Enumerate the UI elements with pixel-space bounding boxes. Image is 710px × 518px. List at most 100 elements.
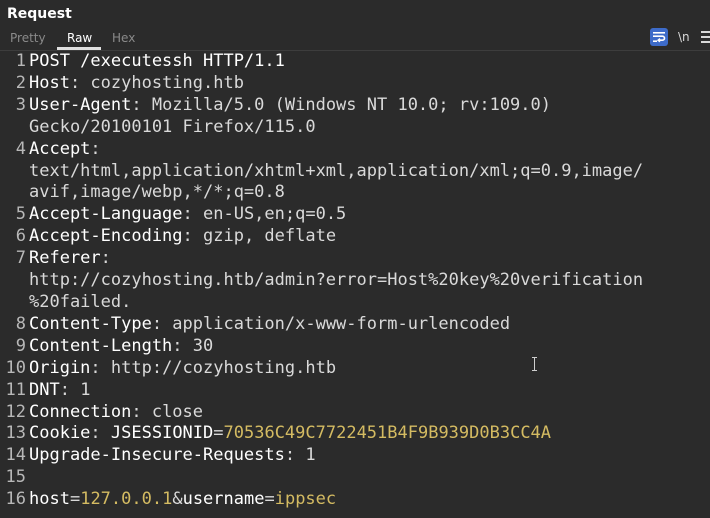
token-key: Cookie: [29, 423, 91, 444]
line-number: 7: [15, 248, 26, 269]
token-text: : close: [131, 401, 204, 422]
view-tabs: Pretty Raw Hex: [0, 29, 710, 51]
line-number: [0, 270, 26, 292]
line-number: [0, 161, 26, 183]
token-text: =: [264, 489, 275, 510]
request-line[interactable]: 4 Accept:: [0, 139, 710, 161]
wrap-lines-toggle[interactable]: [650, 28, 668, 46]
token-text: =: [69, 489, 81, 510]
request-line[interactable]: 6 Accept-Encoding: gzip, deflate: [0, 226, 710, 248]
token-text: avif,image/webp,*/*;q=0.8: [29, 182, 285, 203]
line-content[interactable]: avif,image/webp,*/*;q=0.8: [26, 182, 710, 204]
request-line[interactable]: 8 Content-Type: application/x-www-form-ur…: [0, 314, 710, 336]
token-text: : cozyhosting.htb: [69, 72, 244, 93]
line-content[interactable]: POST /executessh HTTP/1.1: [26, 51, 710, 73]
request-panel-header: Request: [0, 0, 710, 30]
token-key: POST /executessh HTTP/1.1: [29, 51, 285, 71]
line-number: 16: [5, 489, 26, 510]
request-line[interactable]: 7 Referer:: [0, 248, 710, 270]
request-line[interactable]: text/html,application/xhtml+xml,applicat…: [0, 161, 710, 183]
line-content[interactable]: Content-Type: application/x-www-form-url…: [26, 314, 710, 336]
token-text: : application/x-www-form-urlencoded: [151, 313, 511, 334]
token-text: %20failed.: [29, 291, 132, 312]
line-content[interactable]: Origin: http://cozyhosting.htb: [26, 358, 710, 380]
request-line[interactable]: http://cozyhosting.htb/admin?error=Host%…: [0, 270, 710, 292]
token-text: =: [213, 423, 224, 444]
request-line[interactable]: 11 DNT: 1: [0, 380, 710, 402]
line-content[interactable]: Referer:: [26, 248, 710, 270]
request-line[interactable]: 9 Content-Length: 30: [0, 336, 710, 358]
token-value: 127.0.0.1: [80, 489, 173, 510]
line-content[interactable]: Accept-Language: en-US,en;q=0.5: [26, 204, 710, 226]
line-content[interactable]: DNT: 1: [26, 380, 710, 402]
token-text: text/html,application/xhtml+xml,applicat…: [29, 160, 644, 181]
line-content[interactable]: Gecko/20100101 Firefox/115.0: [26, 117, 710, 139]
line-content[interactable]: Connection: close: [26, 402, 710, 424]
line-content[interactable]: text/html,application/xhtml+xml,applicat…: [26, 161, 710, 183]
token-value: 70536C49C7722451B4F9B939D0B3CC4A: [223, 423, 552, 444]
raw-request-editor[interactable]: 1 POST /executessh HTTP/1.1 2 Host: cozyhos…: [0, 51, 710, 518]
token-key: Accept: [29, 138, 91, 159]
request-line[interactable]: avif,image/webp,*/*;q=0.8: [0, 182, 710, 204]
request-line[interactable]: 3 User-Agent: Mozilla/5.0 (Windows NT 10.…: [0, 95, 710, 117]
token-text: :: [100, 248, 111, 269]
line-number: 2: [15, 72, 26, 93]
request-line[interactable]: 14 Upgrade-Insecure-Requests: 1: [0, 445, 710, 467]
token-text: http://cozyhosting.htb/admin?error=Host%…: [29, 270, 644, 291]
line-content[interactable]: http://cozyhosting.htb/admin?error=Host%…: [26, 270, 710, 292]
request-line[interactable]: 12 Connection: close: [0, 402, 710, 424]
token-text: &: [172, 489, 183, 510]
token-key: Host: [29, 72, 70, 93]
token-key: Connection: [29, 401, 132, 422]
token-key: JSESSIONID: [110, 423, 214, 444]
request-line[interactable]: 16 host=127.0.0.1&username=ippsec: [0, 489, 710, 511]
token-key: Upgrade-Insecure-Requests: [29, 445, 285, 466]
line-content[interactable]: [26, 467, 710, 489]
line-number: 10: [5, 357, 26, 378]
line-content[interactable]: Cookie: JSESSIONID=70536C49C7722451B4F9B…: [26, 423, 710, 445]
line-number: 13: [5, 423, 26, 444]
menu-icon[interactable]: [701, 31, 710, 43]
line-number: 1: [15, 51, 26, 71]
token-text: : http://cozyhosting.htb: [90, 357, 337, 378]
line-content[interactable]: %20failed.: [26, 292, 710, 314]
token-text: :: [90, 423, 111, 444]
line-content[interactable]: Host: cozyhosting.htb: [26, 73, 710, 95]
line-number: 9: [15, 335, 26, 356]
request-line[interactable]: 13 Cookie: JSESSIONID=70536C49C7722451B4F…: [0, 423, 710, 445]
request-line[interactable]: 2 Host: cozyhosting.htb: [0, 73, 710, 95]
token-key: Content-Type: [29, 313, 152, 334]
token-text: : Mozilla/5.0 (Windows NT 10.0; rv:109.0…: [131, 94, 551, 115]
token-key: host: [29, 489, 70, 510]
show-newlines-toggle[interactable]: \n: [678, 30, 690, 44]
request-line[interactable]: 5 Accept-Language: en-US,en;q=0.5: [0, 204, 710, 226]
line-number: 8: [15, 313, 26, 334]
line-content[interactable]: host=127.0.0.1&username=ippsec: [26, 489, 710, 511]
tab-pretty[interactable]: Pretty: [10, 31, 46, 45]
wrap-lines-icon: [653, 32, 666, 43]
request-line[interactable]: 10 Origin: http://cozyhosting.htb: [0, 358, 710, 380]
tab-raw[interactable]: Raw: [67, 31, 92, 45]
request-line[interactable]: %20failed.: [0, 292, 710, 314]
token-value: ippsec: [274, 489, 337, 510]
line-content[interactable]: Content-Length: 30: [26, 336, 710, 358]
request-line[interactable]: 1 POST /executessh HTTP/1.1: [0, 51, 710, 73]
line-number: [0, 117, 26, 139]
line-content[interactable]: Accept-Encoding: gzip, deflate: [26, 226, 710, 248]
token-key: username: [182, 489, 265, 510]
line-content[interactable]: Upgrade-Insecure-Requests: 1: [26, 445, 710, 467]
line-content[interactable]: User-Agent: Mozilla/5.0 (Windows NT 10.0…: [26, 95, 710, 117]
line-number: [0, 182, 26, 204]
active-tab-indicator: [57, 47, 101, 50]
line-number: 5: [15, 204, 26, 225]
token-text: : en-US,en;q=0.5: [182, 204, 347, 225]
request-line[interactable]: 15: [0, 467, 710, 489]
line-number: 15: [5, 467, 26, 488]
line-content[interactable]: Accept:: [26, 139, 710, 161]
tab-hex[interactable]: Hex: [112, 31, 135, 45]
token-key: Accept-Language: [29, 204, 183, 225]
request-line[interactable]: Gecko/20100101 Firefox/115.0: [0, 117, 710, 139]
token-key: Referer: [29, 248, 101, 269]
panel-title: Request: [7, 6, 72, 22]
token-key: User-Agent: [29, 94, 132, 115]
